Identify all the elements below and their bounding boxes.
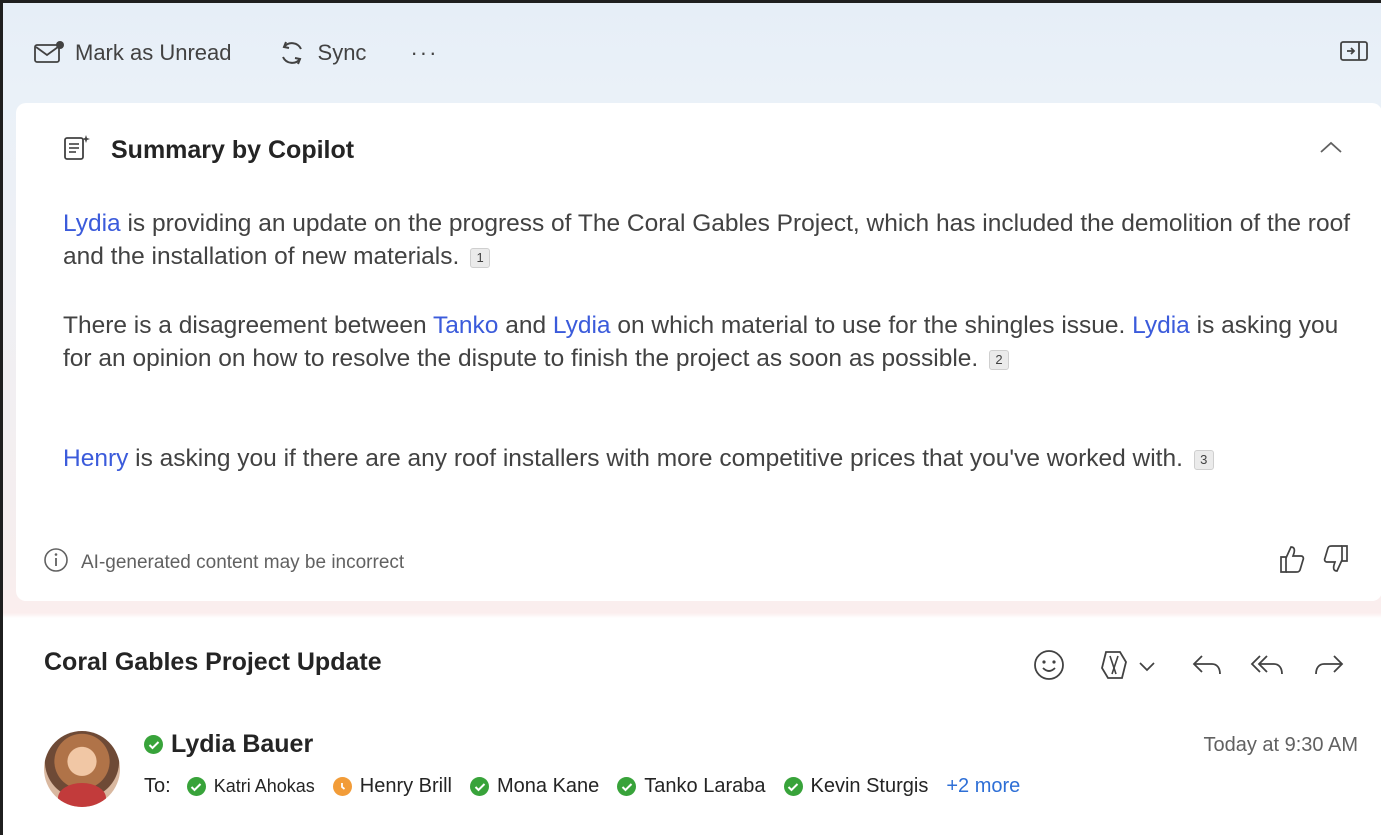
- reading-pane: Mark as Unread Sync ··· Summary by Copil…: [0, 0, 1381, 835]
- citation-marker[interactable]: 3: [1193, 450, 1214, 470]
- mark-as-unread-label: Mark as Unread: [75, 40, 232, 65]
- presence-available-icon: [186, 777, 206, 796]
- recipient-name: Katri Ahokas: [213, 776, 315, 796]
- recipient[interactable]: Kevin Sturgis: [783, 775, 929, 798]
- panel-collapse-icon: [1339, 41, 1369, 67]
- forward-icon: [1312, 650, 1346, 685]
- person-link-henry[interactable]: Henry: [63, 445, 128, 472]
- sync-label: Sync: [317, 40, 367, 65]
- thumbs-up-icon[interactable]: [1276, 543, 1306, 580]
- mark-as-unread-button[interactable]: Mark as Unread: [33, 40, 232, 66]
- info-icon: [43, 547, 69, 579]
- mail-unread-icon: [33, 40, 65, 66]
- presence-away-icon: [332, 777, 352, 796]
- ai-disclaimer: AI-generated content may be incorrect: [43, 547, 404, 579]
- recipient-name: Kevin Sturgis: [810, 775, 929, 797]
- feedback-controls: [1276, 543, 1352, 580]
- person-link-lydia[interactable]: Lydia: [63, 210, 121, 237]
- reply-all-icon: [1250, 650, 1286, 685]
- recipient[interactable]: Mona Kane: [470, 775, 599, 798]
- email-actions: [1006, 648, 1346, 687]
- recipients-line: To: Katri Ahokas Henry Brill Mona Kane T…: [144, 775, 1020, 798]
- sync-button[interactable]: Sync: [276, 37, 367, 69]
- citation-marker[interactable]: 2: [989, 350, 1010, 370]
- presence-available-icon: [783, 777, 803, 796]
- collapse-summary-button[interactable]: [1318, 139, 1344, 160]
- email-message: Coral Gables Project Update Lydia Bauer …: [6, 618, 1381, 835]
- person-link-tanko[interactable]: Tanko: [433, 312, 498, 339]
- person-link-lydia[interactable]: Lydia: [1132, 312, 1190, 339]
- recipient[interactable]: Tanko Laraba: [617, 775, 766, 798]
- emoji-icon: [1032, 648, 1066, 687]
- reply-button[interactable]: [1190, 650, 1224, 685]
- copilot-icon: [1096, 648, 1132, 687]
- summary-title: Summary by Copilot: [111, 136, 355, 164]
- forward-button[interactable]: [1312, 650, 1346, 685]
- sync-icon: [276, 37, 308, 69]
- recipient[interactable]: Henry Brill: [332, 775, 452, 798]
- chevron-up-icon: [1318, 141, 1344, 159]
- react-button[interactable]: [1032, 648, 1066, 687]
- to-label: To:: [144, 775, 171, 797]
- summary-paragraph-3: Henry is asking you if there are any roo…: [63, 442, 1353, 475]
- recipient[interactable]: Katri Ahokas: [186, 776, 315, 797]
- reply-icon: [1190, 650, 1224, 685]
- copilot-summary-card: Summary by Copilot Lydia is providing an…: [16, 103, 1381, 601]
- summary-text: is asking you if there are any roof inst…: [128, 445, 1183, 472]
- person-link-lydia[interactable]: Lydia: [553, 312, 611, 339]
- citation-marker[interactable]: 1: [470, 248, 491, 268]
- summary-header: Summary by Copilot: [61, 133, 354, 168]
- more-options-button[interactable]: ···: [410, 40, 438, 66]
- recipient-name: Mona Kane: [497, 775, 600, 797]
- pane-toggle-button[interactable]: [1339, 39, 1369, 68]
- more-recipients-link[interactable]: +2 more: [946, 775, 1020, 798]
- copilot-summary-icon: [61, 133, 91, 168]
- chevron-down-icon: [1138, 659, 1156, 677]
- recipient-name: Tanko Laraba: [644, 775, 766, 797]
- email-subject: Coral Gables Project Update: [44, 648, 382, 676]
- reply-all-button[interactable]: [1250, 650, 1286, 685]
- sender-name: Lydia Bauer: [171, 730, 314, 758]
- sent-time: Today at 9:30 AM: [1203, 734, 1358, 756]
- message-toolbar: Mark as Unread Sync ···: [3, 3, 1381, 103]
- summary-text: There is a disagreement between: [63, 312, 433, 339]
- sender[interactable]: Lydia Bauer: [144, 730, 313, 759]
- summary-text: and: [498, 312, 553, 339]
- disclaimer-text: AI-generated content may be incorrect: [81, 552, 405, 573]
- presence-available-icon: [617, 777, 637, 796]
- summary-text: is providing an update on the progress o…: [63, 210, 1351, 270]
- summary-text: on which material to use for the shingle…: [610, 312, 1133, 339]
- summary-paragraph-2: There is a disagreement between Tanko an…: [63, 309, 1353, 375]
- recipient-name: Henry Brill: [359, 775, 452, 797]
- presence-available-icon: [470, 777, 489, 796]
- avatar[interactable]: [44, 731, 120, 807]
- copilot-button[interactable]: [1096, 648, 1156, 687]
- thumbs-down-icon[interactable]: [1322, 543, 1352, 580]
- summary-paragraph-1: Lydia is providing an update on the prog…: [63, 207, 1353, 273]
- presence-available-icon: [144, 735, 163, 754]
